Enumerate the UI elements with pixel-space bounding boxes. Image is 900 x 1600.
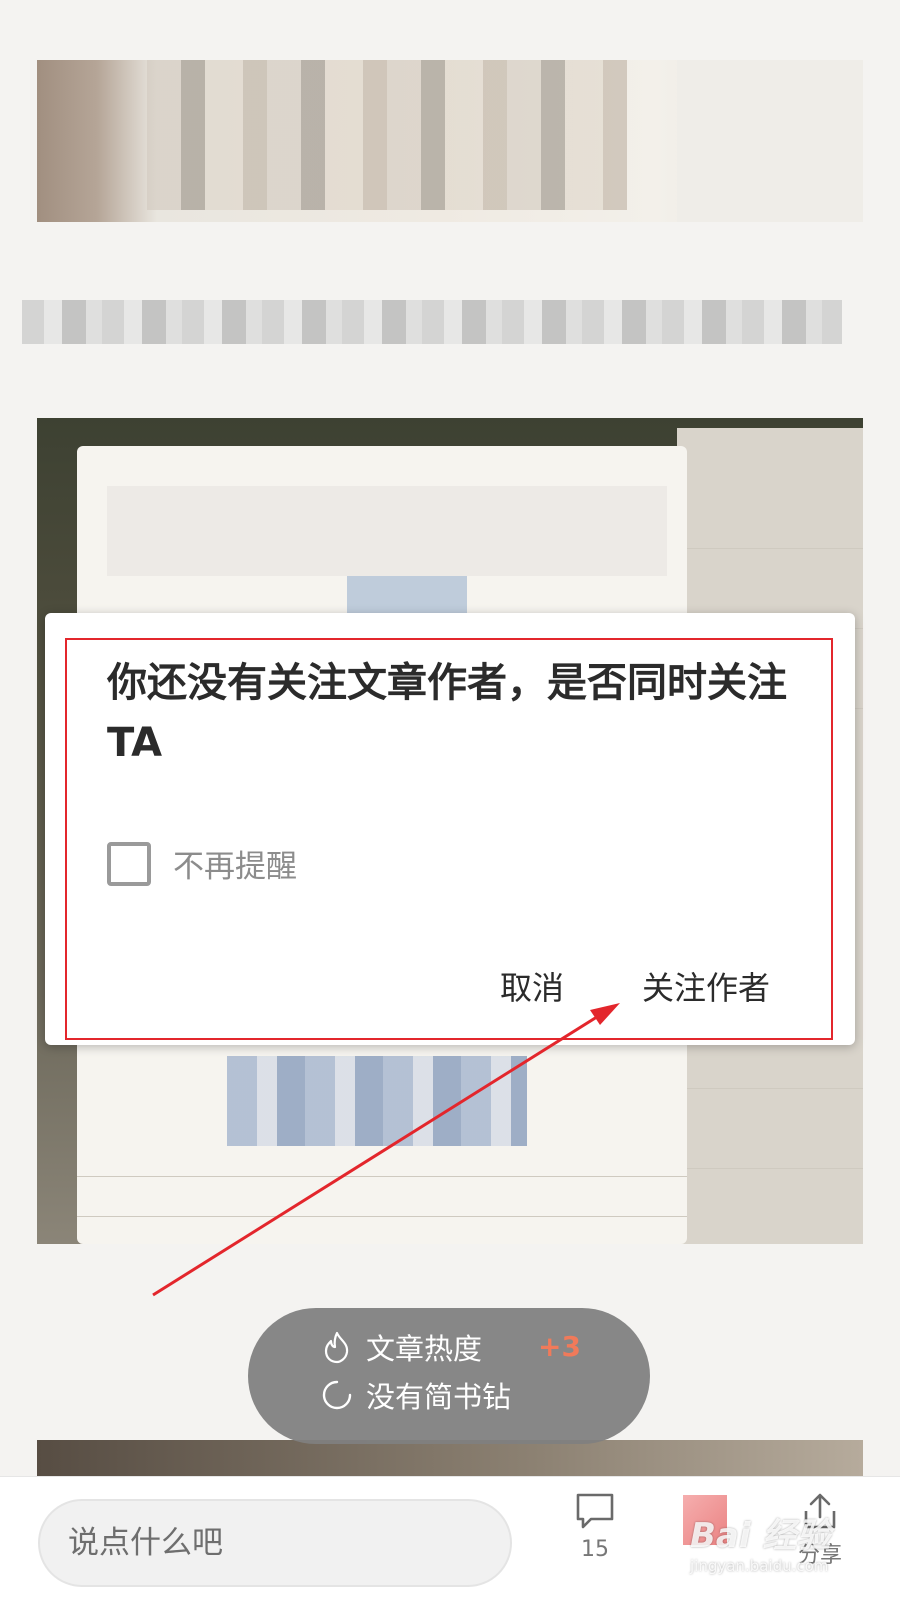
comment-count: 15 [581, 1537, 609, 1562]
dont-remind-option[interactable]: 不再提醒 [107, 841, 297, 886]
dont-remind-checkbox[interactable] [107, 841, 151, 886]
cancel-button[interactable]: 取消 [500, 963, 564, 1009]
article-image-1 [37, 60, 863, 222]
toast-heat-label: 文章热度 [366, 1332, 483, 1366]
comment-button[interactable]: 15 [570, 1489, 620, 1562]
follow-author-dialog: 你还没有关注文章作者，是否同时关注TA 不再提醒 取消 关注作者 [45, 613, 855, 1045]
loading-circle-icon [322, 1380, 352, 1410]
article-heat-toast: 文章热度 +3 没有简书钻 [248, 1308, 650, 1444]
watermark-logo-text: Bai 经验 [690, 1516, 831, 1556]
comment-icon [576, 1493, 614, 1529]
watermark-url: jingyan.baidu.com [690, 1557, 829, 1575]
baidu-jingyan-watermark: Bai 经验 jingyan.baidu.com [690, 1508, 830, 1575]
follow-author-button[interactable]: 关注作者 [642, 963, 770, 1009]
article-text-blurred [22, 300, 842, 344]
dialog-title: 你还没有关注文章作者，是否同时关注TA [107, 660, 787, 766]
dont-remind-label: 不再提醒 [173, 849, 297, 885]
toast-heat-badge: +3 [538, 1330, 581, 1363]
comment-input[interactable] [38, 1499, 512, 1587]
article-image-3 [37, 1440, 863, 1480]
flame-icon [324, 1331, 349, 1364]
toast-diamond-label: 没有简书钻 [366, 1380, 512, 1414]
